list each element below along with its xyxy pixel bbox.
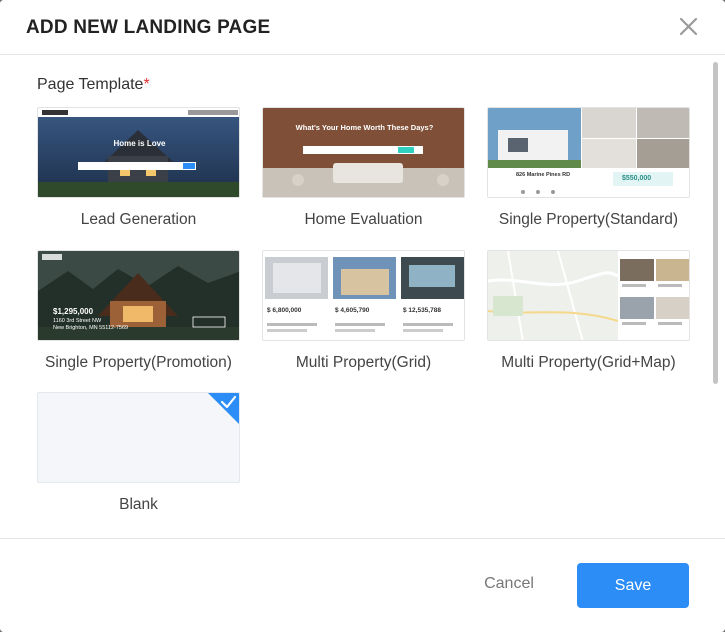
page-template-label-text: Page Template	[37, 76, 144, 93]
preview-price: $550,000	[622, 175, 652, 182]
preview-price-3: $ 12,535,788	[403, 307, 441, 314]
preview-address-line1: 1160 3rd Street NW	[53, 318, 102, 324]
template-thumbnail: Home is Love	[37, 107, 240, 198]
preview-price-1: $ 6,800,000	[267, 307, 302, 314]
template-single-property-standard[interactable]: 826 Marine Pines RD $550,000 Single Prop…	[487, 107, 690, 229]
template-label: Single Property(Standard)	[498, 211, 679, 228]
preview-price-2: $ 4,605,790	[335, 307, 370, 314]
preview-headline: Home is Love	[113, 139, 166, 148]
dialog-title: ADD NEW LANDING PAGE	[26, 17, 271, 38]
selected-check-icon	[208, 393, 239, 424]
dialog-body: Page Template* Home is Love Lead Generat…	[0, 56, 725, 538]
dialog-header: ADD NEW LANDING PAGE	[0, 0, 725, 55]
preview-price: $1,295,000	[53, 307, 94, 316]
template-single-property-promotion[interactable]: $1,295,000 1160 3rd Street NW New Bright…	[37, 250, 240, 372]
page-template-label: Page Template*	[37, 76, 150, 94]
template-label: Home Evaluation	[304, 211, 423, 228]
template-label: Multi Property(Grid)	[295, 354, 432, 371]
template-multi-property-grid-map[interactable]: Multi Property(Grid+Map)	[487, 250, 690, 372]
template-thumbnail: 826 Marine Pines RD $550,000	[487, 107, 690, 198]
close-icon	[679, 17, 698, 36]
close-button[interactable]	[674, 12, 704, 42]
template-blank[interactable]: Blank	[37, 392, 240, 514]
preview-headline: What's Your Home Worth These Days?	[295, 123, 434, 132]
template-lead-generation[interactable]: Home is Love Lead Generation	[37, 107, 240, 229]
template-thumbnail: What's Your Home Worth These Days?	[262, 107, 465, 198]
scrollbar-thumb[interactable]	[713, 62, 718, 384]
add-landing-page-dialog: ADD NEW LANDING PAGE Page Template* Home…	[0, 0, 725, 632]
template-label: Blank	[119, 496, 158, 513]
dialog-footer: Cancel Save	[0, 538, 725, 632]
preview-address-line2: New Brighton, MN 55112-7569	[53, 325, 129, 331]
template-label: Lead Generation	[80, 211, 197, 228]
cancel-button[interactable]: Cancel	[468, 564, 550, 604]
template-multi-property-grid[interactable]: $ 6,800,000 $ 4,605,790 $ 12,535,788 Mul…	[262, 250, 465, 372]
required-marker: *	[143, 76, 150, 93]
template-thumbnail: $ 6,800,000 $ 4,605,790 $ 12,535,788	[262, 250, 465, 341]
preview-address: 826 Marine Pines RD	[516, 172, 571, 178]
template-label: Single Property(Promotion)	[45, 354, 232, 371]
template-thumbnail	[487, 250, 690, 341]
template-thumbnail	[37, 392, 240, 483]
template-thumbnail: $1,295,000 1160 3rd Street NW New Bright…	[37, 250, 240, 341]
template-home-evaluation[interactable]: What's Your Home Worth These Days? Home …	[262, 107, 465, 229]
template-label: Multi Property(Grid+Map)	[501, 354, 676, 371]
save-button[interactable]: Save	[577, 563, 689, 608]
